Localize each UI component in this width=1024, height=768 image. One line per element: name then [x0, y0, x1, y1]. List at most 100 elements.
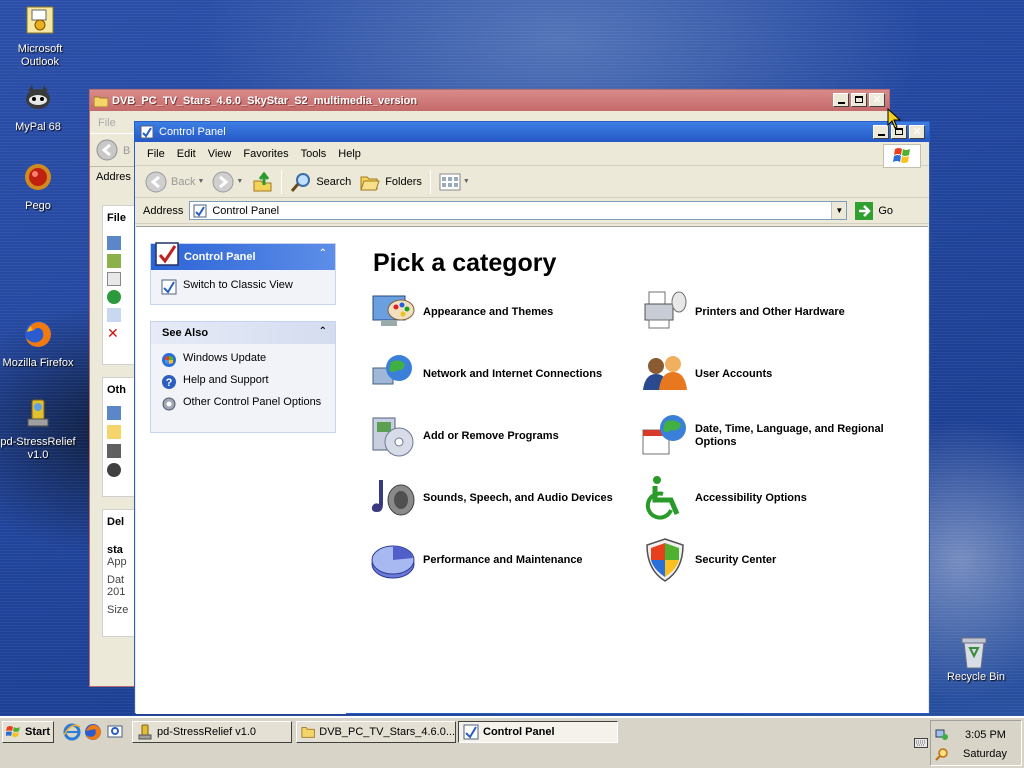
menu-tools[interactable]: Tools [295, 146, 333, 162]
collapse-chevron-icon[interactable]: ⌃ [319, 326, 327, 337]
page-title: Pick a category [373, 249, 557, 277]
desktop-icon-firefox[interactable]: Mozilla Firefox [0, 318, 78, 370]
taskbar-button-dvb-folder[interactable]: DVB_PC_TV_Stars_4.6.0... [296, 721, 456, 743]
category-sounds-speech-audio[interactable]: Sounds, Speech, and Audio Devices [369, 474, 613, 522]
network-status-icon[interactable] [935, 727, 949, 741]
search-button[interactable]: Search [286, 169, 355, 195]
control-panel-icon [140, 125, 154, 139]
forward-arrow-icon [212, 171, 234, 192]
start-button[interactable]: Start [2, 721, 54, 743]
see-also-title: See Also [162, 327, 209, 339]
collapse-chevron-icon[interactable]: ⌃ [319, 248, 327, 259]
clock-time[interactable]: 3:05 PM [965, 729, 1006, 741]
category-appearance-and-themes[interactable]: Appearance and Themes [369, 288, 553, 336]
system-tray: 3:05 PM Saturday [930, 720, 1022, 766]
panel-header-title: Control Panel [184, 251, 256, 263]
address-value: Control Panel [212, 204, 280, 217]
desktop-icon-pego[interactable]: Pego [0, 161, 78, 213]
category-user-accounts[interactable]: User Accounts [641, 350, 772, 398]
close-button[interactable]: ✕ [909, 125, 925, 139]
close-icon: ✕ [912, 126, 922, 138]
dvb-address-label: Addres [96, 171, 131, 183]
category-add-remove-programs[interactable]: Add or Remove Programs [369, 412, 559, 460]
standard-toolbar: Back ▼ ▼ Search Folders ▼ [135, 166, 929, 198]
dvb-back-label: B [123, 145, 131, 157]
category-label: Add or Remove Programs [423, 429, 559, 442]
search-label: Search [316, 175, 352, 188]
back-arrow-icon[interactable] [96, 139, 118, 161]
control-panel-panel-header[interactable]: Control Panel ⌃ [151, 242, 335, 270]
sounds-audio-icon [371, 480, 415, 516]
menu-edit[interactable]: Edit [171, 146, 202, 162]
minimize-icon [878, 134, 885, 136]
category-security-center[interactable]: Security Center [641, 536, 776, 584]
minimize-icon [838, 102, 845, 104]
up-button[interactable] [247, 169, 277, 195]
category-printers-hardware[interactable]: Printers and Other Hardware [641, 288, 845, 336]
menu-view[interactable]: View [202, 146, 238, 162]
keyboard-icon[interactable] [914, 738, 928, 748]
desktop-icon-outlook[interactable]: Microsoft Outlook [0, 4, 80, 69]
category-label: Network and Internet Connections [423, 367, 603, 380]
folders-button[interactable]: Folders [355, 169, 426, 195]
email-icon [107, 308, 121, 322]
firefox-icon [25, 321, 51, 347]
category-label: Performance and Maintenance [423, 553, 583, 566]
control-panel-icon [463, 724, 479, 740]
dvb-menu-file[interactable]: File [98, 117, 116, 129]
desktop-icon-label: pd-StressRelief v1.0 [0, 436, 76, 461]
help-and-support-link[interactable]: ? Help and Support [151, 371, 335, 393]
address-input[interactable]: Control Panel ▼ [189, 201, 848, 220]
dropdown-arrow-icon: ▼ [236, 178, 244, 185]
menu-help[interactable]: Help [332, 146, 367, 162]
maximize-button[interactable] [851, 93, 867, 107]
recycle-bin-icon[interactable] [958, 634, 990, 670]
views-button[interactable]: ▼ [435, 170, 474, 194]
folder-icon [107, 425, 121, 439]
windows-logo [883, 144, 921, 168]
desktop-icon-stressrelief[interactable]: pd-StressRelief v1.0 [0, 397, 78, 462]
address-dropdown-button[interactable]: ▼ [831, 202, 847, 219]
category-accessibility-options[interactable]: Accessibility Options [641, 474, 807, 522]
other-control-panel-options-link[interactable]: Other Control Panel Options [151, 393, 335, 415]
add-remove-programs-icon [372, 417, 414, 457]
minimize-button[interactable] [833, 93, 849, 107]
dvb-detail-text: Dat [107, 574, 125, 586]
category-network-and-internet[interactable]: Network and Internet Connections [369, 350, 602, 398]
desktop-icon-mypal[interactable]: MyPal 68 [0, 82, 78, 134]
back-button[interactable]: Back ▼ [141, 169, 208, 195]
see-also-box: See Also ⌃ Windows Update ? Help and Sup… [150, 321, 336, 433]
menu-file[interactable]: File [141, 146, 171, 162]
go-button[interactable]: Go [855, 201, 893, 220]
stressrelief-icon [138, 724, 152, 740]
windows-update-link[interactable]: Windows Update [151, 344, 335, 371]
dvb-window-title: DVB_PC_TV_Stars_4.6.0_SkyStar_S2_multime… [112, 94, 418, 107]
taskbar-button-stressrelief[interactable]: pd-StressRelief v1.0 [132, 721, 292, 743]
dvb-window-titlebar[interactable]: DVB_PC_TV_Stars_4.6.0_SkyStar_S2_multime… [90, 90, 889, 111]
dvb-detail-text: App [107, 556, 127, 568]
category-date-time-language-regional[interactable]: Date, Time, Language, and Regional Optio… [641, 412, 926, 460]
show-desktop-icon[interactable] [106, 723, 124, 741]
search-icon[interactable] [935, 747, 949, 761]
computer-icon [107, 444, 121, 458]
taskbar-button-control-panel[interactable]: Control Panel [458, 721, 618, 743]
close-button[interactable]: ✕ [869, 93, 885, 107]
control-panel-titlebar[interactable]: Control Panel ✕ [135, 122, 929, 142]
camera-icon [107, 254, 121, 268]
menu-favorites[interactable]: Favorites [237, 146, 294, 162]
switch-to-classic-view-link[interactable]: Switch to Classic View [151, 270, 335, 298]
category-label: Accessibility Options [695, 491, 807, 504]
internet-explorer-icon[interactable] [63, 723, 81, 741]
desktop-icon-label: Mozilla Firefox [2, 357, 74, 369]
desktop-icon-label: Pego [25, 200, 51, 212]
help-and-support-label: Help and Support [183, 374, 269, 386]
forward-button[interactable]: ▼ [208, 169, 247, 195]
windows-update-icon [162, 353, 176, 367]
firefox-icon[interactable] [84, 723, 102, 741]
control-panel-window[interactable]: Control Panel ✕ File Edit View Favorites… [134, 121, 930, 714]
user-accounts-icon [643, 356, 687, 390]
category-performance-maintenance[interactable]: Performance and Maintenance [369, 536, 583, 584]
control-panel-icon [155, 242, 179, 266]
performance-maintenance-icon [371, 545, 415, 579]
see-also-header[interactable]: See Also ⌃ [151, 322, 335, 344]
